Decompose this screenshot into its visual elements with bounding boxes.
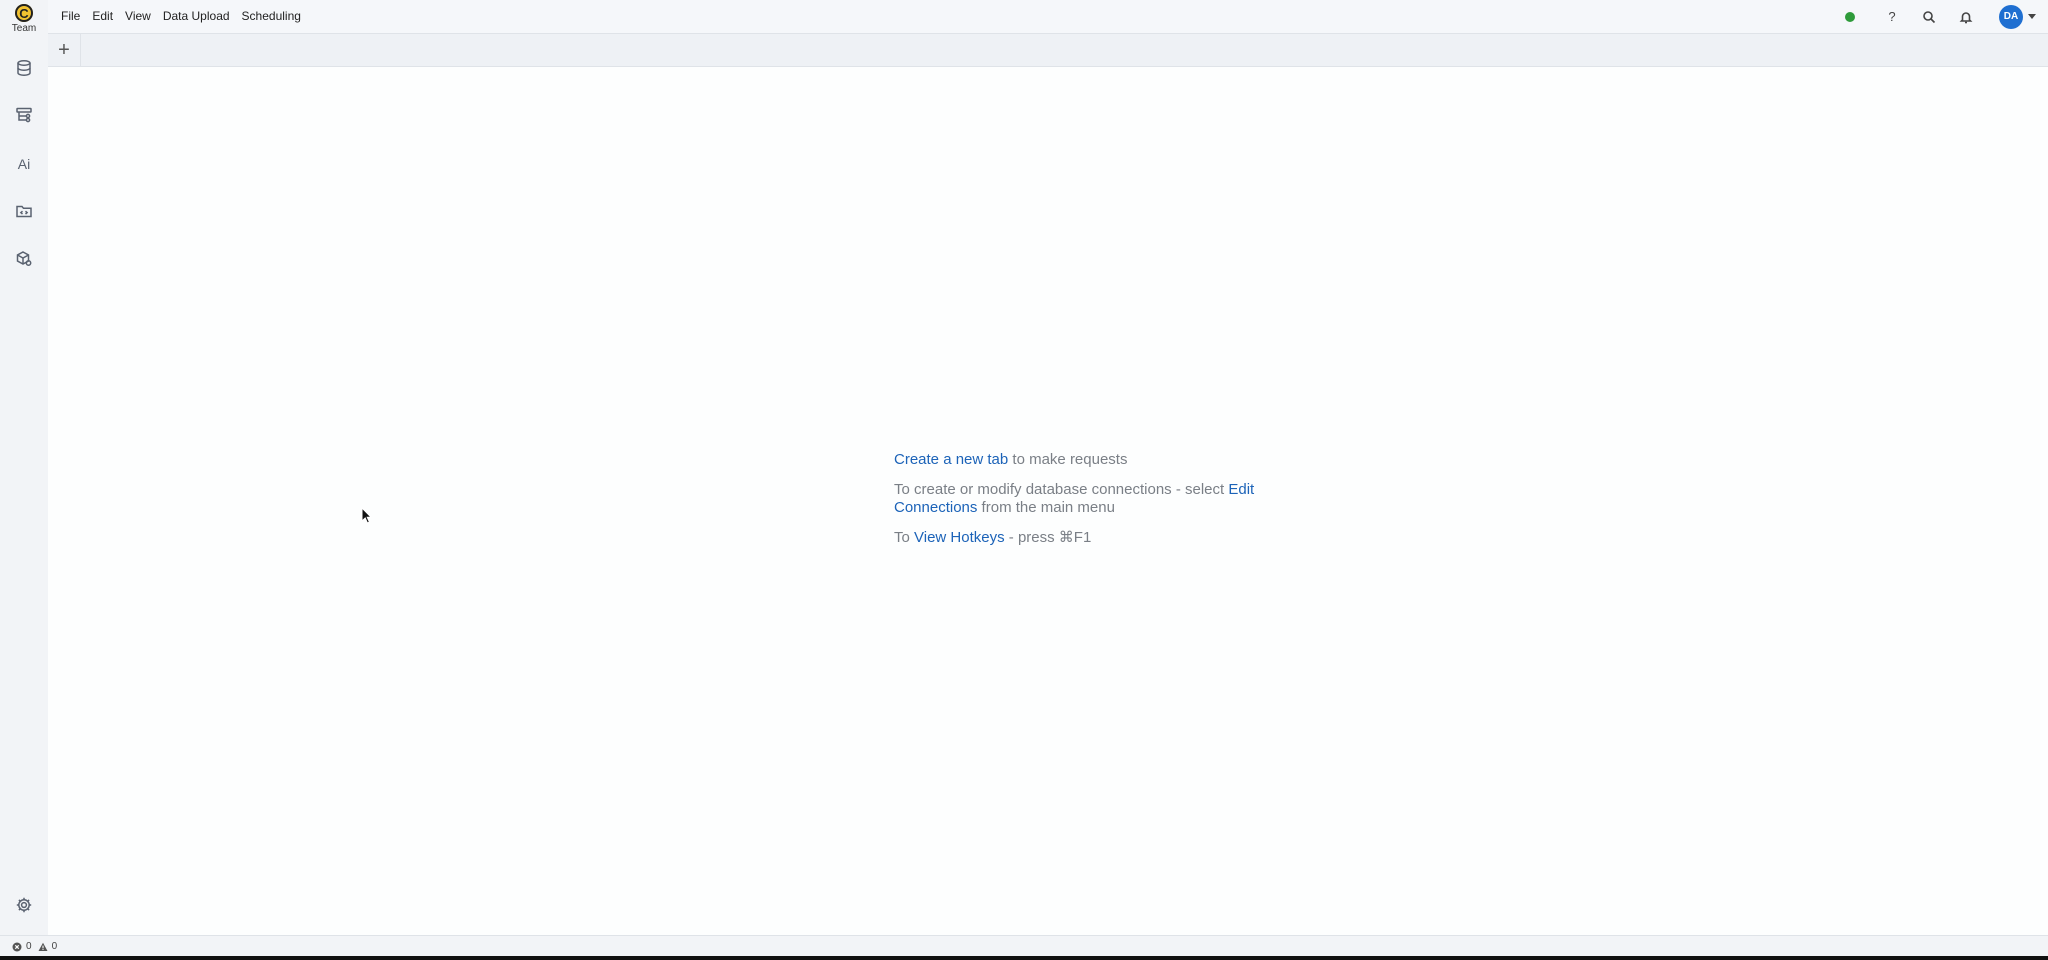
sidebar-item-database[interactable] bbox=[12, 56, 36, 80]
connection-status-indicator bbox=[1845, 11, 1855, 22]
hint-connections-text: from the main menu bbox=[977, 499, 1115, 516]
sidebar-item-schema[interactable] bbox=[12, 103, 36, 127]
errors-count: 0 bbox=[26, 941, 32, 952]
hint-connections-prefix: To create or modify database connections… bbox=[894, 481, 1229, 498]
warnings-count: 0 bbox=[51, 941, 58, 952]
workspace-area: Create a new tab to make requests To cre… bbox=[48, 67, 2048, 935]
user-avatar[interactable]: DA bbox=[1999, 4, 2023, 29]
welcome-hints: Create a new tab to make requests To cre… bbox=[894, 451, 1314, 559]
header-actions: ? DA bbox=[1845, 0, 2048, 33]
script-folder-icon bbox=[16, 205, 32, 218]
main-menu: File Edit View Data Upload Scheduling bbox=[55, 0, 307, 33]
sidebar-item-scripts[interactable] bbox=[12, 199, 36, 223]
logo-label: Team bbox=[11, 23, 37, 34]
left-sidebar: C Team Ai bbox=[0, 0, 49, 935]
errors-indicator[interactable]: 0 bbox=[12, 941, 32, 952]
bell-icon bbox=[1959, 11, 1973, 23]
hint-new-tab-text: to make requests bbox=[1008, 451, 1128, 468]
help-button[interactable]: ? bbox=[1881, 6, 1903, 28]
gear-icon bbox=[16, 897, 32, 913]
logo-mark: C bbox=[15, 4, 33, 22]
menu-edit[interactable]: Edit bbox=[86, 0, 119, 33]
chevron-down-icon[interactable] bbox=[2028, 14, 2036, 19]
menu-file[interactable]: File bbox=[55, 0, 86, 33]
sidebar-item-cube[interactable] bbox=[12, 247, 36, 271]
notifications-button[interactable] bbox=[1955, 6, 1977, 28]
help-icon: ? bbox=[1888, 9, 1896, 24]
sidebar-item-ai[interactable]: Ai bbox=[12, 152, 36, 176]
hint-hotkeys-text: - press ⌘F1 bbox=[1004, 529, 1092, 546]
status-bar: 0 0 bbox=[0, 935, 2048, 957]
window-bottom-edge bbox=[0, 956, 2048, 960]
mouse-pointer-icon bbox=[361, 507, 373, 524]
cube-settings-icon bbox=[16, 251, 32, 266]
database-icon bbox=[17, 60, 31, 76]
tab-bar: + bbox=[48, 34, 2048, 67]
hint-hotkeys-prefix: To bbox=[894, 529, 915, 546]
menu-scheduling[interactable]: Scheduling bbox=[236, 0, 307, 33]
warnings-indicator[interactable]: 0 bbox=[38, 941, 58, 952]
warning-icon bbox=[38, 942, 48, 951]
app-logo[interactable]: C Team bbox=[0, 4, 48, 38]
top-menu-bar: File Edit View Data Upload Scheduling ? bbox=[48, 0, 2048, 34]
hint-connections: To create or modify database connections… bbox=[894, 481, 1314, 517]
ai-icon: Ai bbox=[17, 156, 31, 172]
hint-new-tab: Create a new tab to make requests bbox=[894, 451, 1314, 469]
add-tab-button[interactable]: + bbox=[48, 34, 81, 66]
menu-view[interactable]: View bbox=[119, 0, 157, 33]
hint-hotkeys: To View Hotkeys - press ⌘F1 bbox=[894, 529, 1314, 547]
settings-button[interactable] bbox=[12, 893, 36, 917]
create-new-tab-link[interactable]: Create a new tab bbox=[894, 451, 1008, 468]
app-window: C Team Ai File Edit View Data Upload Sch… bbox=[0, 0, 2048, 960]
menu-data-upload[interactable]: Data Upload bbox=[157, 0, 236, 33]
error-icon bbox=[12, 942, 22, 951]
search-icon bbox=[1923, 10, 1936, 23]
plus-icon: + bbox=[58, 39, 70, 61]
search-button[interactable] bbox=[1918, 6, 1940, 28]
view-hotkeys-link[interactable]: View Hotkeys bbox=[914, 529, 1005, 546]
schema-tree-icon bbox=[16, 107, 32, 123]
